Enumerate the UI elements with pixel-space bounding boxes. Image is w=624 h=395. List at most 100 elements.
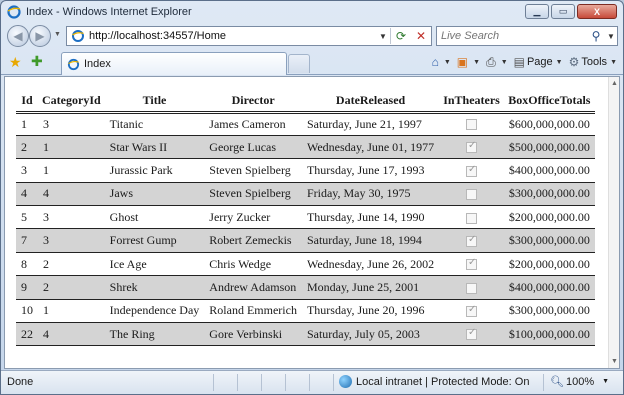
- search-input[interactable]: [437, 30, 587, 42]
- column-header: Title: [104, 90, 205, 114]
- cell-director: Gore Verbinski: [204, 322, 302, 347]
- maximize-button[interactable]: ▭: [551, 4, 575, 19]
- window-title: Index - Windows Internet Explorer: [26, 6, 192, 18]
- home-icon: ⌂: [431, 55, 439, 69]
- cell-box-office: $300,000,000.00: [503, 299, 595, 324]
- favorites-star-icon[interactable]: ★: [9, 54, 22, 71]
- print-dropdown-icon[interactable]: ▼: [501, 59, 508, 66]
- cell-director: James Cameron: [204, 112, 302, 136]
- page-dropdown-icon: ▼: [555, 58, 563, 66]
- cell-director: Roland Emmerich: [204, 299, 302, 324]
- cell-category-id: 2: [38, 252, 105, 277]
- cell-in-theaters: [439, 182, 504, 207]
- add-favorites-icon[interactable]: ✚: [31, 53, 43, 70]
- status-divider: [261, 374, 262, 391]
- cell-in-theaters: [439, 205, 504, 230]
- stop-icon[interactable]: ✕: [411, 29, 431, 43]
- recent-pages-dropdown-icon[interactable]: ▼: [54, 31, 61, 38]
- refresh-icon[interactable]: ⟳: [391, 29, 411, 43]
- cell-title: Forrest Gump: [104, 228, 205, 253]
- page-menu-button[interactable]: ▤ Page ▼: [512, 54, 565, 70]
- cell-id: 9: [16, 275, 38, 300]
- feeds-dropdown-icon[interactable]: ▼: [473, 59, 480, 66]
- vertical-scrollbar[interactable]: ▲ ▼: [608, 77, 619, 368]
- cell-id: 22: [16, 322, 38, 347]
- address-dropdown-icon[interactable]: ▼: [376, 32, 390, 41]
- cell-date-released: Thursday, June 20, 1996: [301, 299, 440, 324]
- cell-id: 10: [16, 299, 38, 324]
- column-header: InTheaters: [439, 90, 504, 114]
- title-bar: Index - Windows Internet Explorer ▁ ▭ X: [1, 1, 623, 23]
- cell-box-office: $200,000,000.00: [503, 205, 595, 230]
- page-content: Id CategoryId Title Director DateReleased InT…: [4, 76, 620, 369]
- print-button[interactable]: ⎙ ▼: [484, 54, 510, 70]
- cell-date-released: Saturday, June 18, 1994: [301, 228, 440, 253]
- security-zone[interactable]: Local intranet | Protected Mode: On: [339, 375, 529, 388]
- search-icon[interactable]: ⚲: [587, 29, 605, 43]
- zoom-dropdown-icon[interactable]: ▼: [602, 378, 609, 385]
- cell-box-office: $400,000,000.00: [503, 275, 595, 300]
- cell-director: George Lucas: [204, 135, 302, 160]
- feed-icon: ▣: [456, 55, 469, 69]
- new-tab-button[interactable]: [288, 54, 310, 73]
- cell-in-theaters: [439, 112, 504, 136]
- scroll-down-icon[interactable]: ▼: [611, 358, 618, 365]
- status-divider: [285, 374, 286, 391]
- cell-in-theaters: [439, 322, 504, 347]
- cell-date-released: Thursday, June 17, 1993: [301, 158, 440, 183]
- status-divider: [543, 374, 544, 391]
- in-theaters-checkbox-checked: [466, 164, 478, 177]
- back-button[interactable]: ◀: [7, 25, 29, 47]
- cell-title: Ice Age: [104, 252, 205, 277]
- search-provider-dropdown-icon[interactable]: ▼: [605, 32, 617, 41]
- table-row: 7 3 Forrest Gump Robert Zemeckis Saturday, J…: [16, 228, 595, 253]
- cell-director: Robert Zemeckis: [204, 228, 302, 253]
- cell-date-released: Saturday, June 21, 1997: [301, 112, 440, 136]
- column-header: Id: [16, 90, 38, 114]
- address-bar[interactable]: http://localhost:34557/Home ▼ ⟳ ✕: [66, 26, 432, 46]
- cell-id: 1: [16, 112, 38, 136]
- address-url[interactable]: http://localhost:34557/Home: [89, 30, 376, 42]
- tools-menu-button[interactable]: ⚙ Tools ▼: [567, 54, 619, 70]
- cell-director: Steven Spielberg: [204, 158, 302, 183]
- home-dropdown-icon[interactable]: ▼: [444, 59, 451, 66]
- gear-icon: ⚙: [568, 55, 580, 69]
- minimize-button[interactable]: ▁: [525, 4, 549, 19]
- cell-date-released: Thursday, June 14, 1990: [301, 205, 440, 230]
- feeds-button[interactable]: ▣ ▼: [455, 54, 482, 70]
- intranet-globe-icon: [339, 375, 352, 388]
- cell-category-id: 3: [38, 112, 105, 136]
- cell-category-id: 2: [38, 275, 105, 300]
- scroll-up-icon[interactable]: ▲: [611, 80, 618, 87]
- home-button[interactable]: ⌂ ▼: [430, 54, 453, 70]
- close-button[interactable]: X: [577, 4, 617, 19]
- page-menu-label: Page: [526, 56, 553, 68]
- zoom-control[interactable]: 🔍︎ 100% ▼: [550, 375, 609, 389]
- cell-in-theaters: [439, 299, 504, 324]
- forward-arrow-icon: ▶: [35, 29, 45, 43]
- cell-id: 7: [16, 228, 38, 253]
- forward-button[interactable]: ▶: [29, 25, 51, 47]
- browser-window: Index - Windows Internet Explorer ▁ ▭ X …: [0, 0, 624, 395]
- cell-box-office: $300,000,000.00: [503, 182, 595, 207]
- cell-category-id: 4: [38, 322, 105, 347]
- tools-menu-label: Tools: [581, 56, 608, 68]
- tab-index[interactable]: Index: [61, 52, 287, 75]
- tools-dropdown-icon: ▼: [610, 58, 617, 66]
- table-row: 8 2 Ice Age Chris Wedge Wednesday, June 26, …: [16, 252, 595, 277]
- cell-category-id: 1: [38, 135, 105, 160]
- cell-category-id: 1: [38, 158, 105, 183]
- in-theaters-checkbox-checked: [466, 140, 478, 154]
- tab-ie-icon: [67, 58, 80, 70]
- table-row: 10 1 Independence Day Roland Emmerich Thursd…: [16, 299, 595, 324]
- cell-date-released: Friday, May 30, 1975: [301, 182, 440, 207]
- cell-box-office: $200,000,000.00: [503, 252, 595, 277]
- table-header-row: Id CategoryId Title Director DateReleased InT…: [16, 90, 595, 114]
- cell-director: Jerry Zucker: [204, 205, 302, 230]
- status-divider: [213, 374, 214, 391]
- cell-in-theaters: [439, 135, 504, 160]
- cell-title: Ghost: [104, 205, 205, 230]
- cell-id: 4: [16, 182, 38, 207]
- status-bar: Done Local intranet | Protected Mode: On…: [1, 370, 623, 394]
- in-theaters-checkbox-unchecked: [466, 189, 478, 201]
